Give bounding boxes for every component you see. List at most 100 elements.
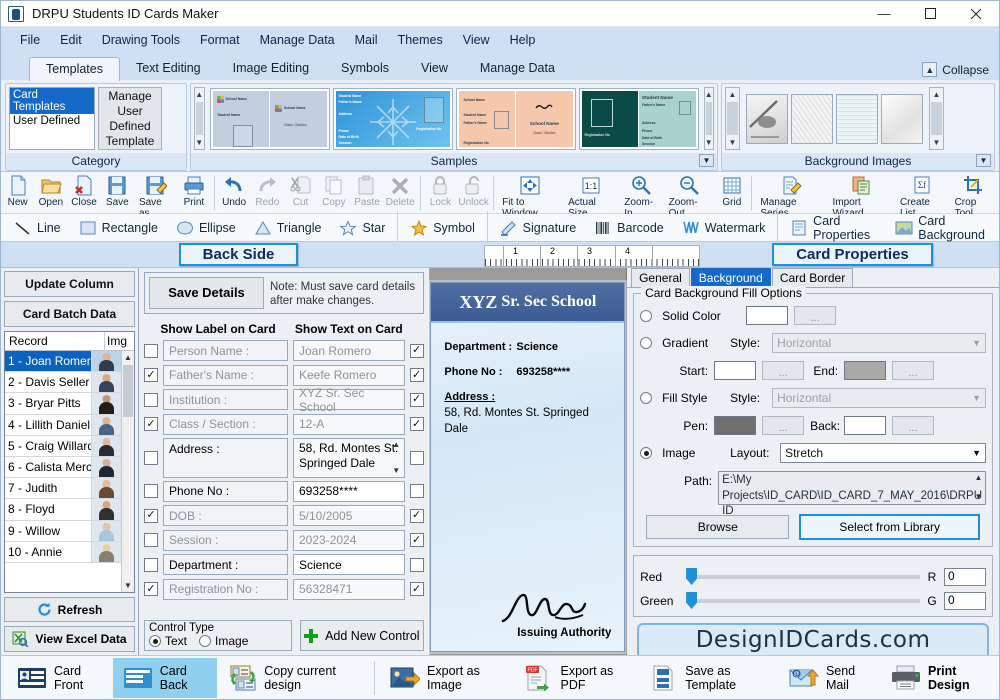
label-checkbox-institution[interactable] bbox=[144, 392, 158, 407]
background-thumb-1[interactable] bbox=[746, 93, 788, 144]
shape-line-button[interactable]: Line bbox=[5, 218, 70, 238]
save-details-button[interactable]: Save Details bbox=[149, 277, 264, 309]
chevron-down-icon[interactable]: ▼ bbox=[195, 136, 204, 149]
back-swatch[interactable] bbox=[844, 416, 887, 435]
tab-image-editing[interactable]: Image Editing bbox=[217, 57, 325, 80]
toolbar-copy-button[interactable]: Copy bbox=[317, 173, 350, 213]
label-checkbox-person-name[interactable] bbox=[144, 343, 158, 358]
menu-mail[interactable]: Mail bbox=[346, 30, 387, 50]
toolbar-unlock-button[interactable]: Unlock bbox=[457, 173, 490, 213]
text-input-person-name[interactable]: Joan Romero bbox=[293, 340, 405, 362]
category-item-user-defined[interactable]: User Defined bbox=[10, 114, 94, 128]
menu-file[interactable]: File bbox=[11, 30, 49, 50]
tab-view[interactable]: View bbox=[405, 57, 464, 80]
toolbar-create-list-button[interactable]: Σf Create List bbox=[895, 173, 950, 219]
red-slider-track[interactable] bbox=[686, 568, 920, 585]
text-input-class-section[interactable]: 12-A bbox=[293, 413, 405, 435]
solid-color-radio[interactable] bbox=[640, 309, 653, 322]
toolbar-crop-tool-button[interactable]: Crop Tool bbox=[950, 173, 999, 219]
chevron-down-icon[interactable]: ▼ bbox=[930, 136, 943, 149]
toolbar-manage-series-button[interactable]: Manage Series bbox=[755, 173, 827, 219]
add-new-control-button[interactable]: Add New Control bbox=[300, 620, 424, 651]
chevron-up-icon[interactable]: ▲ bbox=[195, 88, 204, 101]
record-row-10[interactable]: 10 - Annie bbox=[5, 541, 121, 563]
toolbar-redo-button[interactable]: Redo bbox=[251, 173, 284, 213]
sample-card-3[interactable]: School Name Student Name Father's Name R… bbox=[455, 87, 576, 150]
manage-user-defined-template-button[interactable]: Manage User Defined Template bbox=[98, 87, 162, 150]
back-picker-button[interactable]: ... bbox=[892, 416, 935, 435]
text-checkbox-address[interactable] bbox=[409, 450, 424, 465]
label-checkbox-session[interactable] bbox=[144, 533, 158, 548]
label-checkbox-phone-no[interactable] bbox=[144, 484, 158, 499]
path-scroll-spinner[interactable]: ▲ ▼ bbox=[972, 473, 985, 503]
close-button[interactable] bbox=[953, 1, 999, 27]
text-checkbox-institution[interactable]: ✓ bbox=[409, 392, 424, 407]
refresh-button[interactable]: Refresh bbox=[4, 597, 135, 622]
shape-triangle-button[interactable]: Triangle bbox=[245, 218, 331, 238]
shape-symbol-button[interactable]: Symbol bbox=[401, 218, 484, 238]
shape-ellipse-button[interactable]: Ellipse bbox=[167, 218, 245, 238]
export-as-image-button[interactable]: Export as Image bbox=[380, 658, 513, 698]
properties-tab-general[interactable]: General bbox=[631, 268, 690, 287]
menu-format[interactable]: Format bbox=[191, 30, 249, 50]
print-design-button[interactable]: Print Design bbox=[881, 658, 999, 698]
card-back-button[interactable]: Card Back bbox=[112, 657, 218, 698]
text-checkbox-phone-no[interactable] bbox=[409, 484, 424, 499]
tab-manage-data[interactable]: Manage Data bbox=[464, 57, 571, 80]
maximize-button[interactable] bbox=[907, 1, 953, 27]
export-as-pdf-button[interactable]: PDF Export as PDF bbox=[513, 658, 638, 698]
card-canvas[interactable]: XYZ Sr. Sec School Department : Science … bbox=[429, 268, 628, 655]
label-checkbox-registration-no[interactable]: ✓ bbox=[144, 582, 158, 597]
send-mail-button[interactable]: @ Send Mail bbox=[779, 658, 881, 698]
card-background-button[interactable]: Card Background bbox=[886, 212, 999, 244]
toolbar-save-as-button[interactable]: Save as bbox=[134, 173, 177, 219]
toolbar-zoom-out-button[interactable]: Zoom-Out bbox=[664, 173, 716, 219]
gradient-radio[interactable] bbox=[640, 337, 653, 349]
properties-tab-background[interactable]: Background bbox=[690, 268, 771, 287]
text-input-phone-no[interactable]: 693258**** bbox=[293, 480, 405, 502]
chevron-up-icon[interactable]: ▲ bbox=[122, 351, 134, 364]
image-radio[interactable] bbox=[640, 447, 653, 459]
update-column-button[interactable]: Update Column bbox=[4, 271, 135, 297]
toolbar-actual-size-button[interactable]: 1:1 Actual Size bbox=[563, 173, 619, 219]
toolbar-fit-to-window-button[interactable]: Fit to Window bbox=[497, 173, 563, 219]
background-thumb-3[interactable] bbox=[836, 93, 878, 144]
shape-rectangle-button[interactable]: Rectangle bbox=[70, 218, 167, 238]
chevron-up-icon[interactable]: ▲ bbox=[705, 88, 714, 101]
menu-themes[interactable]: Themes bbox=[389, 30, 452, 50]
control-type-text-radio[interactable]: Text bbox=[149, 634, 187, 648]
green-value-input[interactable]: 0 bbox=[944, 592, 986, 610]
record-row-3[interactable]: 3 - Bryar Pitts bbox=[5, 393, 121, 415]
menu-drawing-tools[interactable]: Drawing Tools bbox=[93, 30, 189, 50]
record-list[interactable]: Record Img 1 - Joan Romero 2 - Davis Sel… bbox=[4, 331, 135, 593]
label-input-address[interactable]: Address : bbox=[163, 437, 288, 478]
label-input-institution[interactable]: Institution : bbox=[163, 389, 288, 411]
text-checkbox-fathers-name[interactable]: ✓ bbox=[409, 368, 424, 383]
text-input-institution[interactable]: XYZ Sr. Sec School bbox=[293, 386, 405, 414]
chevron-down-icon[interactable]: ▼ bbox=[726, 136, 739, 149]
scroll-thumb[interactable] bbox=[196, 102, 203, 135]
gradient-end-swatch[interactable] bbox=[844, 361, 887, 380]
label-input-phone-no[interactable]: Phone No : bbox=[163, 480, 288, 502]
record-list-scrollbar[interactable]: ▲ ▼ bbox=[121, 351, 134, 592]
fill-style-dropdown[interactable]: Horizontal ▼ bbox=[772, 388, 986, 408]
record-row-2[interactable]: 2 - Davis Seller bbox=[5, 372, 121, 394]
bgimages-scroll-left[interactable]: ▲ ▼ bbox=[725, 87, 740, 150]
label-input-session[interactable]: Session : bbox=[163, 529, 288, 551]
tab-symbols[interactable]: Symbols bbox=[325, 57, 405, 80]
toolbar-zoom-in-button[interactable]: Zoom-In bbox=[619, 173, 663, 219]
toolbar-delete-button[interactable]: Delete bbox=[384, 173, 417, 213]
card-front-button[interactable]: Card Front bbox=[7, 658, 113, 698]
gradient-end-picker-button[interactable]: ... bbox=[892, 361, 935, 380]
toolbar-cut-button[interactable]: Cut bbox=[284, 173, 317, 213]
shape-signature-button[interactable]: Signature bbox=[491, 218, 586, 238]
save-as-template-button[interactable]: Save as Template bbox=[638, 658, 779, 698]
id-card-preview[interactable]: XYZ Sr. Sec School Department : Science … bbox=[430, 282, 626, 652]
menu-view[interactable]: View bbox=[454, 30, 499, 50]
label-input-class-section[interactable]: Class / Section : bbox=[163, 413, 288, 435]
text-checkbox-class-section[interactable]: ✓ bbox=[409, 417, 424, 432]
toolbar-grid-button[interactable]: Grid bbox=[715, 173, 748, 213]
solid-color-swatch[interactable] bbox=[746, 306, 789, 325]
card-templates-list[interactable]: Card Templates User Defined bbox=[9, 87, 95, 150]
card-properties-button[interactable]: Card Properties bbox=[781, 212, 886, 244]
